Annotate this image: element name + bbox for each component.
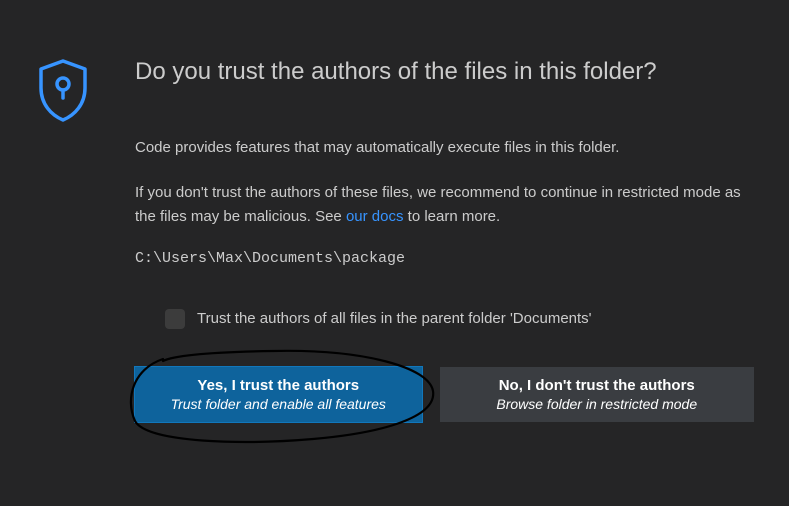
trust-authors-button[interactable]: Yes, I trust the authors Trust folder an… [135,367,422,422]
button-row: Yes, I trust the authors Trust folder an… [135,367,754,422]
dont-trust-authors-button[interactable]: No, I don't trust the authors Browse fol… [440,367,755,422]
trust-parent-checkbox-row: Trust the authors of all files in the pa… [165,309,754,329]
workspace-trust-dialog: Do you trust the authors of the files in… [0,0,789,506]
para2-after: to learn more. [403,208,500,225]
trust-button-subtitle: Trust folder and enable all features [171,396,386,412]
trust-parent-checkbox[interactable] [165,309,185,329]
content-column: Do you trust the authors of the files in… [135,40,754,471]
shield-icon [35,58,91,124]
dont-trust-button-subtitle: Browse folder in restricted mode [496,396,697,412]
dialog-paragraph-2: If you don't trust the authors of these … [135,181,754,228]
our-docs-link[interactable]: our docs [346,208,404,225]
icon-column [35,40,135,471]
dialog-paragraph-1: Code provides features that may automati… [135,136,754,159]
trust-button-title: Yes, I trust the authors [197,377,359,394]
folder-path: C:\Users\Max\Documents\package [135,250,754,267]
dialog-title: Do you trust the authors of the files in… [135,58,754,86]
trust-parent-checkbox-label: Trust the authors of all files in the pa… [197,310,592,327]
dont-trust-button-title: No, I don't trust the authors [499,377,695,394]
